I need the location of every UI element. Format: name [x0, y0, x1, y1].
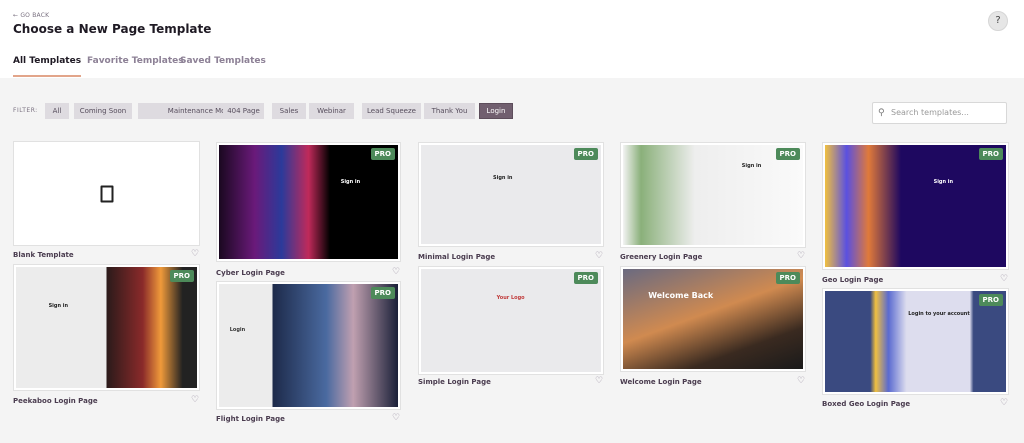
template-thumbnail: Login to your account PRO [825, 291, 1006, 392]
template-thumbnail: Sign in PRO [421, 145, 601, 244]
filter-chip-login[interactable]: Login [479, 103, 513, 119]
search-placeholder: Search templates... [891, 108, 969, 117]
template-thumbnail: Sign in PRO [623, 145, 803, 245]
template-card-cyber-login-page[interactable]: Sign in PRO [216, 142, 401, 262]
favorite-heart-icon[interactable]: ♡ [392, 413, 400, 423]
template-card-welcome-login-page[interactable]: Welcome Back PRO [620, 266, 806, 372]
pro-badge: PRO [775, 148, 800, 160]
template-thumbnail: Your Logo PRO [421, 269, 601, 372]
filter-chip-all[interactable]: All [45, 103, 69, 119]
favorite-heart-icon[interactable]: ♡ [1000, 274, 1008, 284]
filter-chip-thank-you[interactable]: Thank You [424, 103, 475, 119]
pro-badge: PRO [370, 287, 395, 299]
template-thumbnail: Sign in PRO [16, 267, 197, 388]
tab-all-templates[interactable]: All Templates [13, 56, 82, 77]
pro-badge: PRO [573, 272, 598, 284]
template-name[interactable]: Minimal Login Page [418, 253, 495, 261]
template-card-geo-login-page[interactable]: Sign in PRO [822, 142, 1009, 270]
template-name[interactable]: Welcome Login Page [620, 378, 702, 386]
favorite-heart-icon[interactable]: ♡ [595, 376, 603, 386]
preview-heading: Login [229, 327, 246, 334]
template-name[interactable]: Cyber Login Page [216, 269, 285, 277]
preview-heading: Welcome Back [648, 291, 714, 300]
template-card-greenery-login-page[interactable]: Sign in PRO [620, 142, 806, 248]
filter-chip-lead-squeeze[interactable]: Lead Squeeze [362, 103, 421, 119]
favorite-heart-icon[interactable]: ♡ [797, 251, 805, 261]
pro-badge: PRO [573, 148, 598, 160]
template-name[interactable]: Geo Login Page [822, 276, 883, 284]
template-thumbnail [16, 144, 197, 243]
preview-heading: Sign in [48, 303, 69, 310]
preview-heading: Login to your account [908, 311, 970, 318]
tab-saved-templates[interactable]: Saved Templates [180, 56, 266, 66]
search-icon: ⚲ [878, 108, 885, 118]
template-thumbnail: Welcome Back PRO [623, 269, 803, 369]
template-thumbnail: Sign in PRO [219, 145, 398, 259]
filter-chip-coming-soon[interactable]: Coming Soon [74, 103, 132, 119]
header: ← GO BACK Choose a New Page Template ? A… [0, 0, 1024, 78]
help-icon[interactable]: ? [988, 11, 1008, 31]
favorite-heart-icon[interactable]: ♡ [191, 395, 199, 405]
search-input[interactable]: ⚲ Search templates... [872, 102, 1007, 124]
preview-heading: Sign in [493, 174, 513, 181]
pro-badge: PRO [169, 270, 194, 282]
template-card-peekaboo-login-page[interactable]: Sign in PRO [13, 264, 200, 391]
template-card-boxed-geo-login-page[interactable]: Login to your account PRO [822, 288, 1009, 395]
template-name[interactable]: Boxed Geo Login Page [822, 400, 910, 408]
filter-chip-webinar[interactable]: Webinar [309, 103, 354, 119]
template-card-blank-template[interactable] [13, 141, 200, 246]
template-card-simple-login-page[interactable]: Your Logo PRO [418, 266, 604, 375]
favorite-heart-icon[interactable]: ♡ [392, 267, 400, 277]
preview-heading: Sign in [933, 179, 954, 186]
template-card-minimal-login-page[interactable]: Sign in PRO [418, 142, 604, 247]
favorite-heart-icon[interactable]: ♡ [595, 251, 603, 261]
template-name[interactable]: Flight Login Page [216, 415, 285, 423]
template-thumbnail: Login PRO [219, 284, 398, 407]
favorite-heart-icon[interactable]: ♡ [191, 249, 199, 259]
page-title: Choose a New Page Template [13, 22, 212, 36]
preview-heading: Sign in [741, 163, 762, 169]
pro-badge: PRO [978, 148, 1003, 160]
template-name[interactable]: Greenery Login Page [620, 253, 702, 261]
preview-heading: Sign in [340, 179, 361, 186]
blank-page-icon [100, 185, 113, 202]
filter-label: FILTER: [13, 107, 38, 114]
template-name[interactable]: Peekaboo Login Page [13, 397, 98, 405]
template-card-flight-login-page[interactable]: Login PRO [216, 281, 401, 410]
tab-favorite-templates[interactable]: Favorite Templates [87, 56, 184, 66]
template-name[interactable]: Blank Template [13, 251, 74, 259]
pro-badge: PRO [370, 148, 395, 160]
template-thumbnail: Sign in PRO [825, 145, 1006, 267]
filter-chip-404-page[interactable]: 404 Page [223, 103, 264, 119]
pro-badge: PRO [978, 294, 1003, 306]
pro-badge: PRO [775, 272, 800, 284]
preview-heading: Your Logo [496, 294, 525, 301]
template-name[interactable]: Simple Login Page [418, 378, 491, 386]
favorite-heart-icon[interactable]: ♡ [1000, 398, 1008, 408]
go-back-link[interactable]: ← GO BACK [13, 12, 49, 19]
filter-chip-sales[interactable]: Sales [272, 103, 306, 119]
favorite-heart-icon[interactable]: ♡ [797, 376, 805, 386]
